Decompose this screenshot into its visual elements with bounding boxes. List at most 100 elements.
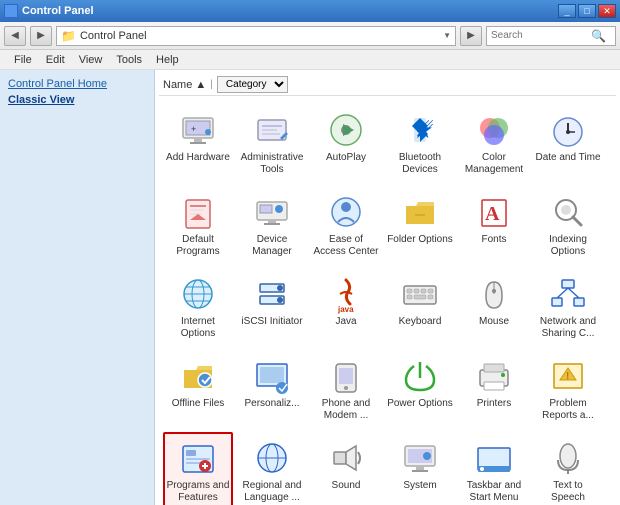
- offline-files-label: Offline Files: [165, 398, 231, 410]
- color-mgmt-label: Color Management: [461, 152, 527, 176]
- icon-item-mouse[interactable]: Mouse: [459, 268, 529, 346]
- mouse-label: Mouse: [461, 316, 527, 328]
- search-icon[interactable]: 🔍: [591, 29, 606, 43]
- system-label: System: [387, 480, 453, 492]
- icon-item-default-programs[interactable]: Default Programs: [163, 186, 233, 264]
- icon-item-java[interactable]: java Java: [311, 268, 381, 346]
- menu-file[interactable]: File: [8, 52, 38, 68]
- icon-item-color-mgmt[interactable]: Color Management: [459, 104, 529, 182]
- svg-text:java: java: [337, 305, 354, 314]
- ease-access-icon: [326, 192, 366, 232]
- indexing-label: Indexing Options: [535, 234, 601, 258]
- power-opts-label: Power Options: [387, 398, 453, 410]
- java-label: Java: [313, 316, 379, 328]
- icon-item-power-opts[interactable]: Power Options: [385, 350, 455, 428]
- address-text: Control Panel: [80, 30, 147, 42]
- icon-item-network-sharing[interactable]: Network and Sharing C...: [533, 268, 603, 346]
- icon-item-internet-opts[interactable]: Internet Options: [163, 268, 233, 346]
- icon-item-personalize[interactable]: Personaliz...: [237, 350, 307, 428]
- address-dropdown-arrow[interactable]: ▼: [443, 31, 451, 40]
- icon-item-offline-files[interactable]: Offline Files: [163, 350, 233, 428]
- internet-opts-icon: [178, 274, 218, 314]
- autoplay-icon: [326, 110, 366, 150]
- ease-access-label: Ease of Access Center: [313, 234, 379, 258]
- programs-features-label: Programs and Features: [165, 480, 231, 504]
- sort-name-label[interactable]: Name ▲: [163, 79, 206, 91]
- maximize-button[interactable]: □: [578, 4, 596, 18]
- main-container: Control Panel Home Classic View Name ▲ |…: [0, 70, 620, 505]
- window-title: Control Panel: [22, 5, 94, 17]
- search-input[interactable]: [491, 30, 591, 41]
- keyboard-label: Keyboard: [387, 316, 453, 328]
- icon-item-add-hardware[interactable]: +Add Hardware: [163, 104, 233, 182]
- sidebar-classic-link[interactable]: Classic View: [8, 94, 146, 106]
- window-controls: _ □ ✕: [558, 4, 616, 18]
- sound-label: Sound: [313, 480, 379, 492]
- icon-item-sound[interactable]: Sound: [311, 432, 381, 505]
- icon-item-folder-opts[interactable]: Folder Options: [385, 186, 455, 264]
- icon-item-problem-reports[interactable]: !Problem Reports a...: [533, 350, 603, 428]
- personalize-label: Personaliz...: [239, 398, 305, 410]
- icon-item-text-speech[interactable]: Text to Speech: [533, 432, 603, 505]
- programs-features-icon: [178, 438, 218, 478]
- minimize-button[interactable]: _: [558, 4, 576, 18]
- menu-edit[interactable]: Edit: [40, 52, 71, 68]
- fonts-icon: A: [474, 192, 514, 232]
- go-button[interactable]: ▶: [460, 26, 482, 46]
- icon-item-printers[interactable]: Printers: [459, 350, 529, 428]
- indexing-icon: [548, 192, 588, 232]
- default-programs-label: Default Programs: [165, 234, 231, 258]
- title-bar: Control Panel _ □ ✕: [0, 0, 620, 22]
- menu-tools[interactable]: Tools: [110, 52, 148, 68]
- offline-files-icon: [178, 356, 218, 396]
- bluetooth-label: Bluetooth Devices: [387, 152, 453, 176]
- system-icon: [400, 438, 440, 478]
- menu-help[interactable]: Help: [150, 52, 185, 68]
- icon-item-device-mgr[interactable]: Device Manager: [237, 186, 307, 264]
- svg-text:+: +: [191, 124, 196, 134]
- forward-button[interactable]: ▶: [30, 26, 52, 46]
- icon-item-phone-modem[interactable]: Phone and Modem ...: [311, 350, 381, 428]
- sort-arrow: ▲: [195, 79, 206, 91]
- icon-item-taskbar-start[interactable]: Taskbar and Start Menu: [459, 432, 529, 505]
- datetime-icon: [548, 110, 588, 150]
- color-mgmt-icon: [474, 110, 514, 150]
- internet-opts-label: Internet Options: [165, 316, 231, 340]
- fonts-label: Fonts: [461, 234, 527, 246]
- icon-item-bluetooth[interactable]: ★ ␥Bluetooth Devices: [385, 104, 455, 182]
- folder-icon: 📁: [61, 29, 76, 43]
- sidebar-home-link[interactable]: Control Panel Home: [8, 78, 146, 90]
- regional-lang-icon: [252, 438, 292, 478]
- back-button[interactable]: ◀: [4, 26, 26, 46]
- device-mgr-icon: [252, 192, 292, 232]
- search-box[interactable]: 🔍: [486, 26, 616, 46]
- iscsi-icon: [252, 274, 292, 314]
- device-mgr-label: Device Manager: [239, 234, 305, 258]
- icon-item-admin-tools[interactable]: Administrative Tools: [237, 104, 307, 182]
- icon-item-fonts[interactable]: A Fonts: [459, 186, 529, 264]
- admin-tools-label: Administrative Tools: [239, 152, 305, 176]
- sidebar: Control Panel Home Classic View: [0, 70, 155, 505]
- icon-item-iscsi[interactable]: iSCSI Initiator: [237, 268, 307, 346]
- icon-item-regional-lang[interactable]: Regional and Language ...: [237, 432, 307, 505]
- icon-item-autoplay[interactable]: AutoPlay: [311, 104, 381, 182]
- icon-item-system[interactable]: System: [385, 432, 455, 505]
- phone-modem-icon: [326, 356, 366, 396]
- iscsi-label: iSCSI Initiator: [239, 316, 305, 328]
- taskbar-start-icon: [474, 438, 514, 478]
- icon-item-ease-access[interactable]: Ease of Access Center: [311, 186, 381, 264]
- icons-grid: +Add HardwareAdministrative ToolsAutoPla…: [159, 102, 616, 505]
- menu-view[interactable]: View: [73, 52, 109, 68]
- address-bar[interactable]: 📁 Control Panel ▼: [56, 26, 456, 46]
- icon-item-datetime[interactable]: Date and Time: [533, 104, 603, 182]
- close-button[interactable]: ✕: [598, 4, 616, 18]
- text-speech-icon: [548, 438, 588, 478]
- category-dropdown[interactable]: Category: [217, 76, 288, 93]
- content-area: Name ▲ | Category +Add HardwareAdministr…: [155, 70, 620, 505]
- icon-item-indexing[interactable]: Indexing Options: [533, 186, 603, 264]
- mouse-icon: [474, 274, 514, 314]
- default-programs-icon: [178, 192, 218, 232]
- icon-item-keyboard[interactable]: Keyboard: [385, 268, 455, 346]
- menu-bar: File Edit View Tools Help: [0, 50, 620, 70]
- icon-item-programs-features[interactable]: Programs and Features: [163, 432, 233, 505]
